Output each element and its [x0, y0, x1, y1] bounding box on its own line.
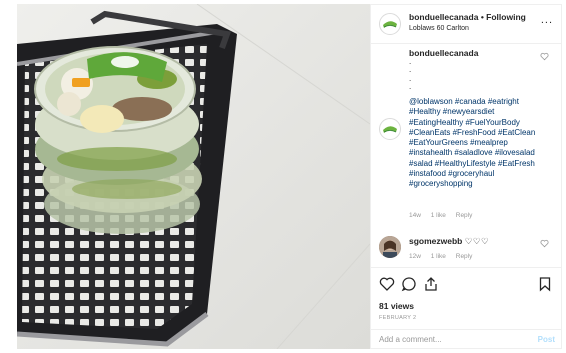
like-icon[interactable] [379, 276, 395, 292]
header-username-text[interactable]: bonduellecanada [409, 12, 478, 22]
comment-like-icon[interactable] [540, 239, 549, 248]
action-bar: 81 views FEBRUARY 2 [371, 267, 561, 330]
add-comment-bar: Post [371, 329, 561, 351]
caption-username[interactable]: bonduellecanada [409, 48, 478, 58]
add-comment-input[interactable] [379, 335, 519, 344]
caption-hashtags[interactable]: @loblawson #canada #eatright #Healthy #n… [409, 97, 549, 190]
caption-meta: 14w 1 like Reply [409, 212, 480, 219]
post-date[interactable]: FEBRUARY 2 [379, 315, 416, 321]
post-header: bonduellecanada • Following Loblaws 60 C… [371, 5, 561, 44]
follow-separator: • [480, 12, 484, 22]
caption-likes[interactable]: 1 like [431, 212, 446, 219]
comment-icon[interactable] [401, 276, 417, 292]
comment-body: ♡♡♡ [464, 236, 490, 246]
location-link[interactable]: Loblaws 60 Carlton [409, 25, 469, 32]
caption-age: 14w [409, 212, 421, 219]
post-comment-button[interactable]: Post [538, 335, 555, 344]
caption-reply-button[interactable]: Reply [456, 212, 473, 219]
bonduelle-logo-icon [383, 21, 397, 28]
caption-dots: . . . . [409, 57, 412, 91]
comment-meta: 12w 1 like Reply [409, 253, 480, 260]
share-icon[interactable] [423, 276, 439, 292]
bookmark-icon[interactable] [537, 276, 553, 292]
comments-list: bonduellecanada . . . . @loblawson #cana… [371, 44, 561, 266]
salad-basket-photo [17, 4, 370, 349]
comment-text: sgomezwebb ♡♡♡ [409, 236, 489, 247]
post-sidebar: bonduellecanada • Following Loblaws 60 C… [370, 4, 562, 349]
header-username[interactable]: bonduellecanada • Following [409, 12, 526, 22]
caption-avatar[interactable] [379, 118, 401, 140]
commenter-username[interactable]: sgomezwebb [409, 236, 462, 246]
comment-age: 12w [409, 253, 421, 260]
bonduelle-logo-icon [383, 126, 397, 133]
caption-like-icon[interactable] [540, 52, 549, 61]
more-options-icon[interactable]: ... [541, 14, 553, 26]
comment-likes[interactable]: 1 like [431, 253, 446, 260]
commenter-photo [379, 236, 401, 258]
brand-avatar[interactable] [379, 13, 401, 35]
post-photo[interactable] [17, 4, 370, 349]
following-button[interactable]: Following [486, 12, 526, 22]
view-count[interactable]: 81 views [379, 301, 414, 311]
comment-reply-button[interactable]: Reply [456, 253, 473, 260]
instagram-post: bonduellecanada • Following Loblaws 60 C… [0, 0, 566, 353]
commenter-avatar[interactable] [379, 236, 401, 258]
